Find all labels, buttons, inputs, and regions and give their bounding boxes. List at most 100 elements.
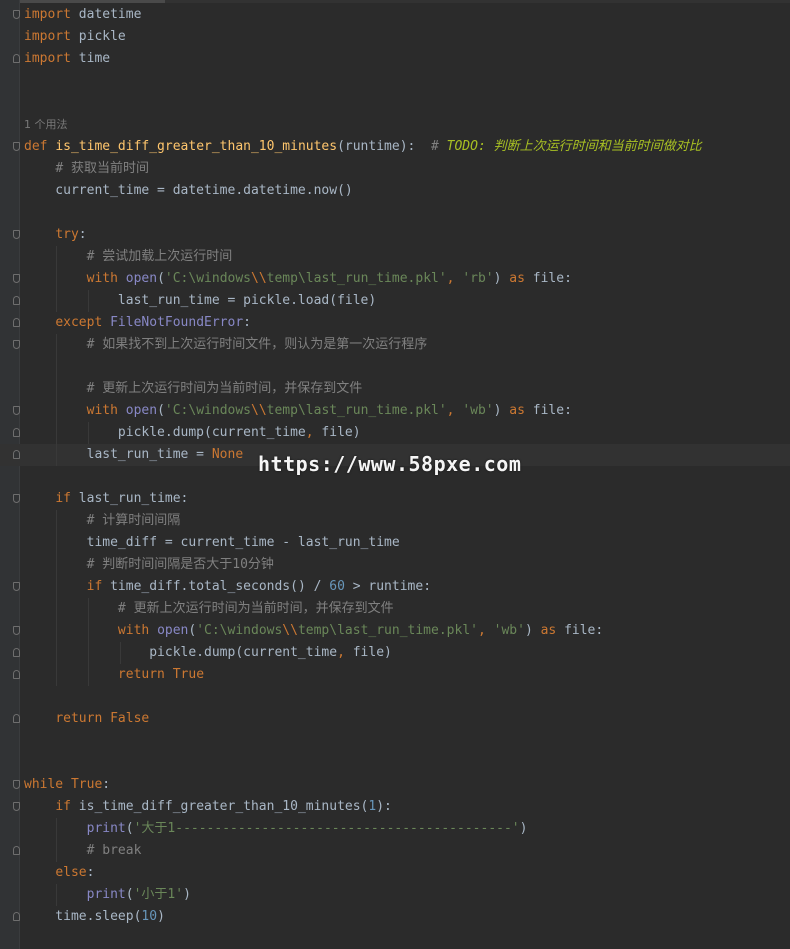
code-token: open [125,403,158,418]
code-line[interactable]: current_time = datetime.datetime.now() [0,180,790,202]
code-line[interactable]: return True [0,664,790,686]
fold-open-icon[interactable] [13,494,20,503]
code-token: open [125,271,158,286]
fold-close-icon[interactable] [13,714,20,723]
code-line[interactable]: time_diff = current_time - last_run_time [0,532,790,554]
code-line[interactable]: while True: [0,774,790,796]
code-token: with [117,623,158,638]
fold-close-icon[interactable] [13,318,20,327]
code-token: def [24,139,56,154]
fold-open-icon[interactable] [13,10,20,19]
code-line[interactable]: last_run_time = pickle.load(file) [0,290,790,312]
code-line[interactable]: print('小于1') [0,884,790,906]
code-line[interactable] [0,202,790,224]
code-token: # break [86,843,142,858]
fold-close-icon[interactable] [13,54,20,63]
indent-guide [88,642,89,664]
code-line[interactable]: if time_diff.total_seconds() / 60 > runt… [0,576,790,598]
code-line[interactable]: if last_run_time: [0,488,790,510]
code-token: # 尝试加载上次运行时间 [86,249,233,264]
code-line[interactable] [0,92,790,114]
code-line[interactable]: # 获取当前时间 [0,158,790,180]
code-token: if [55,799,79,814]
code-line[interactable]: time.sleep(10) [0,906,790,928]
code-line[interactable]: import datetime [0,4,790,26]
code-token: file) [352,645,392,660]
fold-open-icon[interactable] [13,582,20,591]
code-line[interactable]: with open('C:\windows\\temp\last_run_tim… [0,620,790,642]
code-line[interactable]: print('大于1------------------------------… [0,818,790,840]
fold-close-icon[interactable] [13,428,20,437]
code-token: last_run_time = [24,447,212,462]
fold-open-icon[interactable] [13,626,20,635]
code-token: # 更新上次运行时间为当前时间，并保存到文件 [86,381,363,396]
code-line[interactable]: if is_time_diff_greater_than_10_minutes(… [0,796,790,818]
code-line[interactable] [0,686,790,708]
code-line[interactable]: # 更新上次运行时间为当前时间，并保存到文件 [0,598,790,620]
code-token: time.sleep( [24,909,142,924]
code-token: as [509,403,533,418]
fold-close-icon[interactable] [13,670,20,679]
code-line[interactable] [0,70,790,92]
code-line[interactable]: def is_time_diff_greater_than_10_minutes… [0,136,790,158]
code-line[interactable]: except FileNotFoundError: [0,312,790,334]
code-token: as [540,623,565,638]
fold-close-icon[interactable] [13,912,20,921]
code-token: else [55,865,87,880]
indent-guide [88,422,89,444]
code-token: # 判断时间间隔是否大于10分钟 [86,557,274,572]
code-line[interactable]: import pickle [0,26,790,48]
code-line[interactable]: return False [0,708,790,730]
fold-open-icon[interactable] [13,142,20,151]
fold-close-icon[interactable] [13,450,20,459]
fold-open-icon[interactable] [13,406,20,415]
code-line[interactable]: import time [0,48,790,70]
code-token: , [477,623,494,638]
fold-close-icon[interactable] [13,648,20,657]
code-line[interactable]: pickle.dump(current_time, file) [0,642,790,664]
code-token: current_time = datetime.datetime.now() [24,183,353,198]
code-line[interactable]: # 尝试加载上次运行时间 [0,246,790,268]
code-token: '大于1------------------------------------… [133,821,520,836]
fold-close-icon[interactable] [13,296,20,305]
code-line[interactable]: with open('C:\windows\\temp\last_run_tim… [0,400,790,422]
code-line[interactable] [0,356,790,378]
fold-open-icon[interactable] [13,340,20,349]
code-line[interactable] [0,752,790,774]
code-line[interactable]: 1 个用法 [0,114,790,136]
code-token: file: [564,623,604,638]
code-line[interactable] [0,730,790,752]
code-token: None [211,447,244,462]
code-token: ): [376,799,392,814]
code-editor[interactable]: import datetime import pickle import time 1… [0,0,790,949]
fold-open-icon[interactable] [13,274,20,283]
fold-open-icon[interactable] [13,230,20,239]
code-token: # 计算时间间隔 [86,513,181,528]
code-line[interactable]: # 更新上次运行时间为当前时间，并保存到文件 [0,378,790,400]
code-line[interactable]: else: [0,862,790,884]
code-token: datetime [70,7,142,22]
code-token: print [86,821,126,836]
code-token: pickle [70,29,126,44]
indent-guide [56,290,57,312]
code-line[interactable]: try: [0,224,790,246]
code-line[interactable]: # 计算时间间隔 [0,510,790,532]
code-token: , [337,645,353,660]
code-token: ( [125,887,134,902]
fold-close-icon[interactable] [13,846,20,855]
code-token: 60 [329,579,345,594]
fold-open-icon[interactable] [13,802,20,811]
indent-guide [56,642,57,664]
code-token: file: [532,403,572,418]
code-line[interactable]: # 判断时间间隔是否大于10分钟 [0,554,790,576]
code-line[interactable]: # 如果找不到上次运行时间文件，则认为是第一次运行程序 [0,334,790,356]
code-token: ) [157,909,165,924]
fold-open-icon[interactable] [13,780,20,789]
code-line[interactable]: # break [0,840,790,862]
code-token: # [431,139,447,154]
indent-guide [56,532,57,554]
code-token: as [509,271,533,286]
code-line[interactable]: pickle.dump(current_time, file) [0,422,790,444]
code-line[interactable]: with open('C:\windows\\temp\last_run_tim… [0,268,790,290]
